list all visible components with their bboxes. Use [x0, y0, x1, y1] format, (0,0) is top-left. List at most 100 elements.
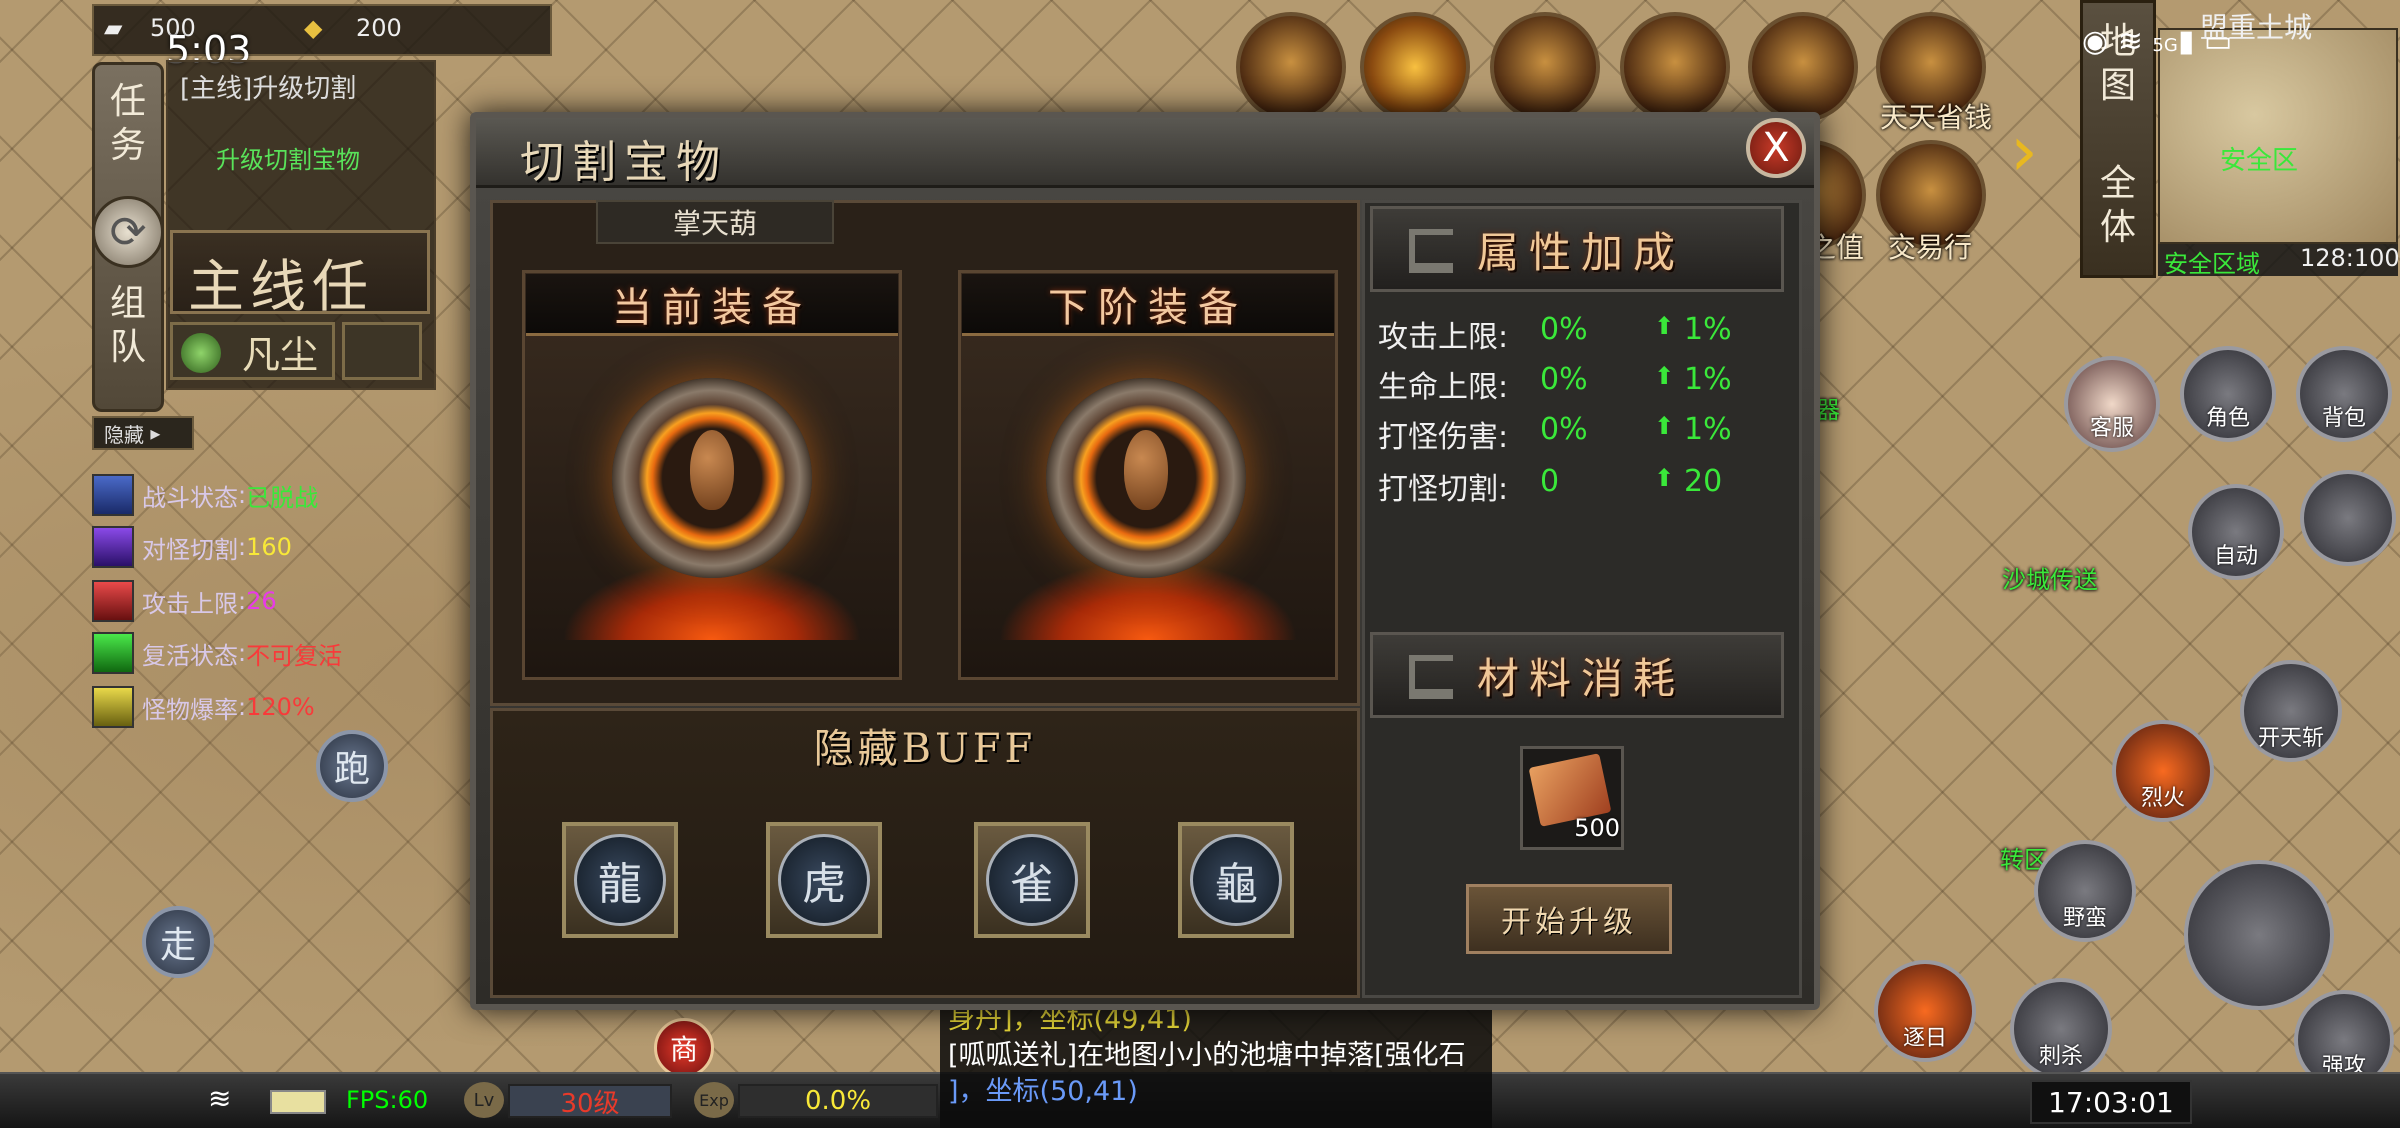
- attr-next: 1%: [1684, 362, 1732, 397]
- exp-badge: Exp: [694, 1082, 734, 1118]
- exp-value: 0.0%: [738, 1084, 938, 1118]
- attr-label: 打怪切割:: [1378, 472, 1509, 507]
- up-arrow-icon: ⬆: [1654, 464, 1675, 492]
- stat-value: 120%: [246, 693, 315, 721]
- skill-label: 野蛮: [2062, 906, 2107, 931]
- role-button[interactable]: 角色: [2180, 346, 2276, 442]
- close-button[interactable]: X: [1746, 118, 1806, 178]
- role-label: 角色: [2205, 406, 2250, 431]
- shop-button[interactable]: 商: [654, 1018, 714, 1078]
- stat-row: 战斗状态: 已脱战: [92, 472, 318, 518]
- revive-icon: [92, 632, 134, 674]
- drop-icon: [92, 686, 134, 728]
- pattern-icon: [1409, 229, 1453, 273]
- stat-label: 对怪切割: [142, 535, 238, 564]
- run-button[interactable]: 跑: [316, 730, 388, 802]
- gourd-icon: [690, 430, 734, 510]
- walk-button[interactable]: 走: [142, 906, 214, 978]
- attr-next: 1%: [1684, 412, 1732, 447]
- fps-label: FPS:60: [346, 1086, 429, 1114]
- buff-slot[interactable]: 龍: [562, 822, 678, 938]
- skill-yeman[interactable]: 野蛮: [2034, 840, 2136, 942]
- attr-next: 20: [1684, 464, 1723, 499]
- stat-label: 复活状态: [142, 641, 238, 670]
- skill-label: 逐日: [1902, 1026, 1947, 1051]
- quest-desc[interactable]: 升级切割宝物: [216, 140, 360, 175]
- customer-label: 客服: [2089, 416, 2134, 441]
- safe-zone-label: 安全区: [2220, 146, 2299, 176]
- tiger-icon: 虎: [778, 834, 870, 926]
- buff-slot[interactable]: 雀: [974, 822, 1090, 938]
- activity-icon-1[interactable]: [1236, 12, 1346, 122]
- up-arrow-icon: ⬆: [1654, 412, 1675, 440]
- customer-service-button[interactable]: 客服: [2064, 356, 2160, 452]
- activity-icon-3[interactable]: [1490, 12, 1600, 122]
- stat-label: 攻击上限: [142, 589, 238, 618]
- network-label: 5G: [2152, 35, 2178, 56]
- chat-line: ]，坐标(50,41): [948, 1076, 1138, 1107]
- skill-cisha[interactable]: 刺杀: [2010, 978, 2112, 1080]
- diamond-icon[interactable]: [2300, 470, 2396, 566]
- tab-team[interactable]: 组队: [100, 282, 156, 370]
- stat-row: 复活状态: 不可复活: [92, 630, 342, 676]
- auto-button[interactable]: 自动: [2188, 484, 2284, 580]
- quest-title[interactable]: [主线]升级切割: [180, 68, 356, 105]
- area-label: 安全区域: [2164, 250, 2260, 278]
- stat-label: 怪物爆率: [142, 695, 238, 724]
- buff-slot[interactable]: 龜: [1178, 822, 1294, 938]
- up-arrow-icon: ⬆: [1654, 312, 1675, 340]
- skill-kaitianzhan[interactable]: 开天斩: [2240, 660, 2342, 762]
- skill-liehuo[interactable]: 烈火: [2112, 720, 2214, 822]
- realm-tag-label: 凡尘: [241, 332, 318, 377]
- activity-icon-5[interactable]: [1748, 12, 1858, 122]
- skill-label: 烈火: [2140, 786, 2185, 811]
- chat-box[interactable]: 身丹]，坐标(49,41) [呱呱送礼]在地图小小的池塘中掉落[强化石 ]，坐标…: [940, 1000, 1492, 1128]
- jade-icon: [181, 333, 221, 373]
- material-header: 材料消耗: [1370, 632, 1784, 718]
- resource-bar: ▰ 500 ◆ 200: [92, 4, 552, 56]
- battery-icon: [270, 1090, 326, 1114]
- activity-icon-2[interactable]: [1360, 12, 1470, 122]
- up-arrow-icon: ⬆: [1654, 362, 1675, 390]
- next-equip-title: 下阶装备: [962, 274, 1334, 336]
- stat-value: 不可复活: [246, 641, 343, 670]
- cut-icon: [92, 526, 134, 568]
- trade-label: 交易行: [1888, 231, 1973, 264]
- stat-value: 已脱战: [246, 483, 319, 512]
- wifi-icon: ≋: [208, 1082, 232, 1115]
- attr-label: 攻击上限:: [1378, 320, 1509, 355]
- attr-label: 打怪伤害:: [1378, 420, 1509, 455]
- hidden-buff-title: 隐藏BUFF: [813, 726, 1037, 772]
- attr-header: 属性加成: [1370, 206, 1784, 292]
- start-upgrade-button[interactable]: 开始升级: [1466, 884, 1672, 954]
- sand-city-label[interactable]: 沙城传送: [2002, 560, 2098, 595]
- current-equip-title: 当前装备: [526, 274, 898, 336]
- sword-icon: [92, 474, 134, 516]
- save-money-label: 天天省钱: [1880, 101, 1993, 134]
- eye-icon: ◉: [2082, 24, 2109, 59]
- bag-button[interactable]: 背包: [2296, 346, 2392, 442]
- tab-all[interactable]: 全体: [2090, 162, 2146, 250]
- main-quest-banner-text: 主线任: [188, 255, 374, 320]
- hide-button[interactable]: 隐藏 ▸: [92, 416, 194, 450]
- buff-slot[interactable]: 虎: [766, 822, 882, 938]
- realm-tag[interactable]: 凡尘: [170, 322, 335, 380]
- chest-icon[interactable]: [342, 322, 422, 380]
- tab-task[interactable]: 任务: [100, 80, 156, 168]
- stat-row: 怪物爆率:120%: [92, 684, 315, 730]
- skill-zhuri[interactable]: 逐日: [1874, 960, 1976, 1062]
- dragon-icon: 龍: [574, 834, 666, 926]
- battery-icon: ▭: [2203, 24, 2233, 59]
- activity-icon-4[interactable]: [1620, 12, 1730, 122]
- attr-current: 0: [1540, 464, 1560, 499]
- status-icons: ◉ ≋ 5G▮ ▭: [2082, 24, 2232, 59]
- refresh-icon[interactable]: ⟳: [92, 196, 164, 268]
- level-value: 30级: [508, 1084, 672, 1119]
- minimap[interactable]: [2158, 28, 2398, 244]
- expand-arrow-icon[interactable]: ›: [2010, 110, 2038, 192]
- attack-button[interactable]: [2184, 860, 2334, 1010]
- gold-count: 200: [356, 14, 402, 42]
- skill-label: 刺杀: [2038, 1044, 2083, 1069]
- coords-label: 128:100: [2300, 244, 2400, 272]
- pattern-icon: [1409, 655, 1453, 699]
